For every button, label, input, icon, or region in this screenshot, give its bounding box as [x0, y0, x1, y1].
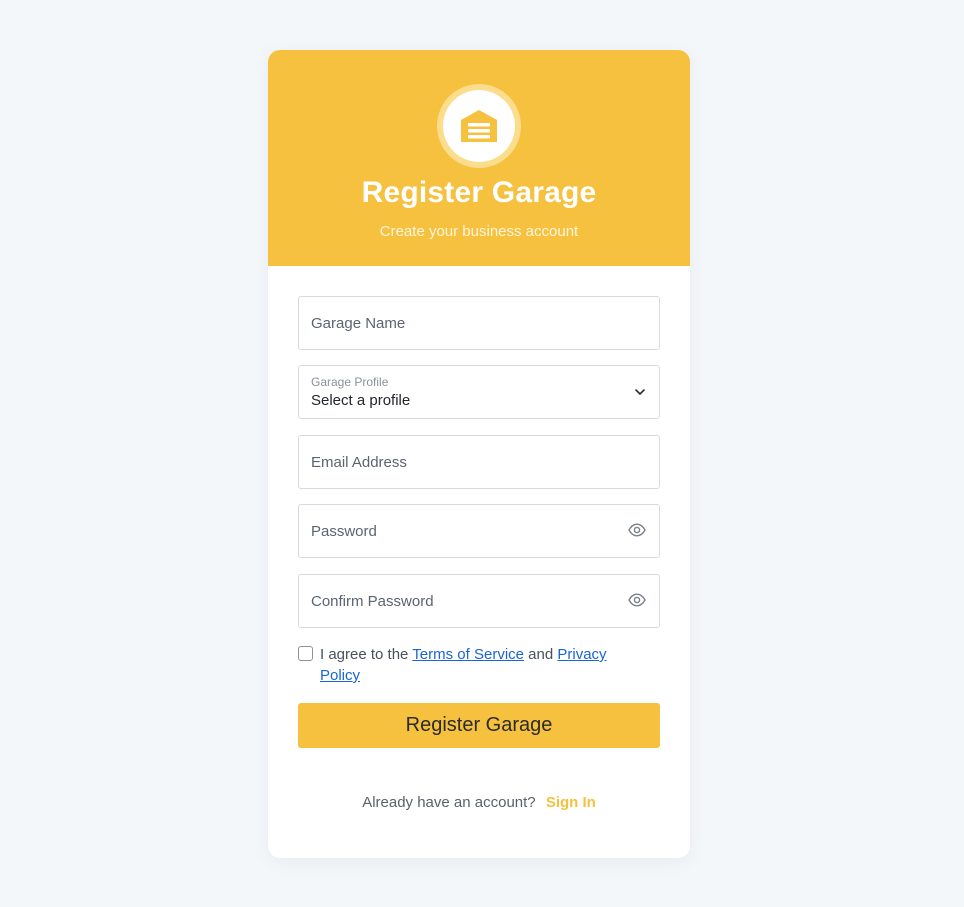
register-button[interactable]: Register Garage — [298, 703, 660, 748]
eye-icon[interactable] — [628, 593, 646, 607]
register-card: Register Garage Create your business acc… — [268, 50, 690, 858]
confirm-password-input[interactable] — [299, 575, 611, 627]
agree-checkbox[interactable] — [298, 646, 313, 661]
chevron-down-icon — [635, 389, 645, 395]
garage-name-input[interactable] — [299, 297, 611, 349]
garage-profile-select[interactable]: Garage Profile Select a profile — [298, 365, 660, 419]
page-title: Register Garage — [361, 176, 597, 209]
eye-icon[interactable] — [628, 523, 646, 537]
garage-profile-label: Garage Profile — [311, 375, 389, 389]
garage-profile-value: Select a profile — [311, 392, 411, 409]
email-field[interactable] — [298, 435, 660, 489]
password-input[interactable] — [299, 505, 611, 557]
logo-badge — [437, 84, 521, 168]
page-subtitle: Create your business account — [379, 223, 579, 240]
email-input[interactable] — [299, 436, 611, 488]
password-field[interactable] — [298, 504, 660, 558]
card-header: Register Garage Create your business acc… — [268, 50, 690, 266]
signin-prompt: Already have an account? Sign In — [362, 794, 596, 811]
garage-name-field[interactable] — [298, 296, 660, 350]
terms-link[interactable]: Terms of Service — [412, 646, 524, 663]
confirm-password-field[interactable] — [298, 574, 660, 628]
agree-text: I agree to the Terms of Service and Priv… — [320, 646, 607, 684]
garage-icon — [461, 110, 497, 142]
signin-link[interactable]: Sign In — [546, 794, 596, 811]
